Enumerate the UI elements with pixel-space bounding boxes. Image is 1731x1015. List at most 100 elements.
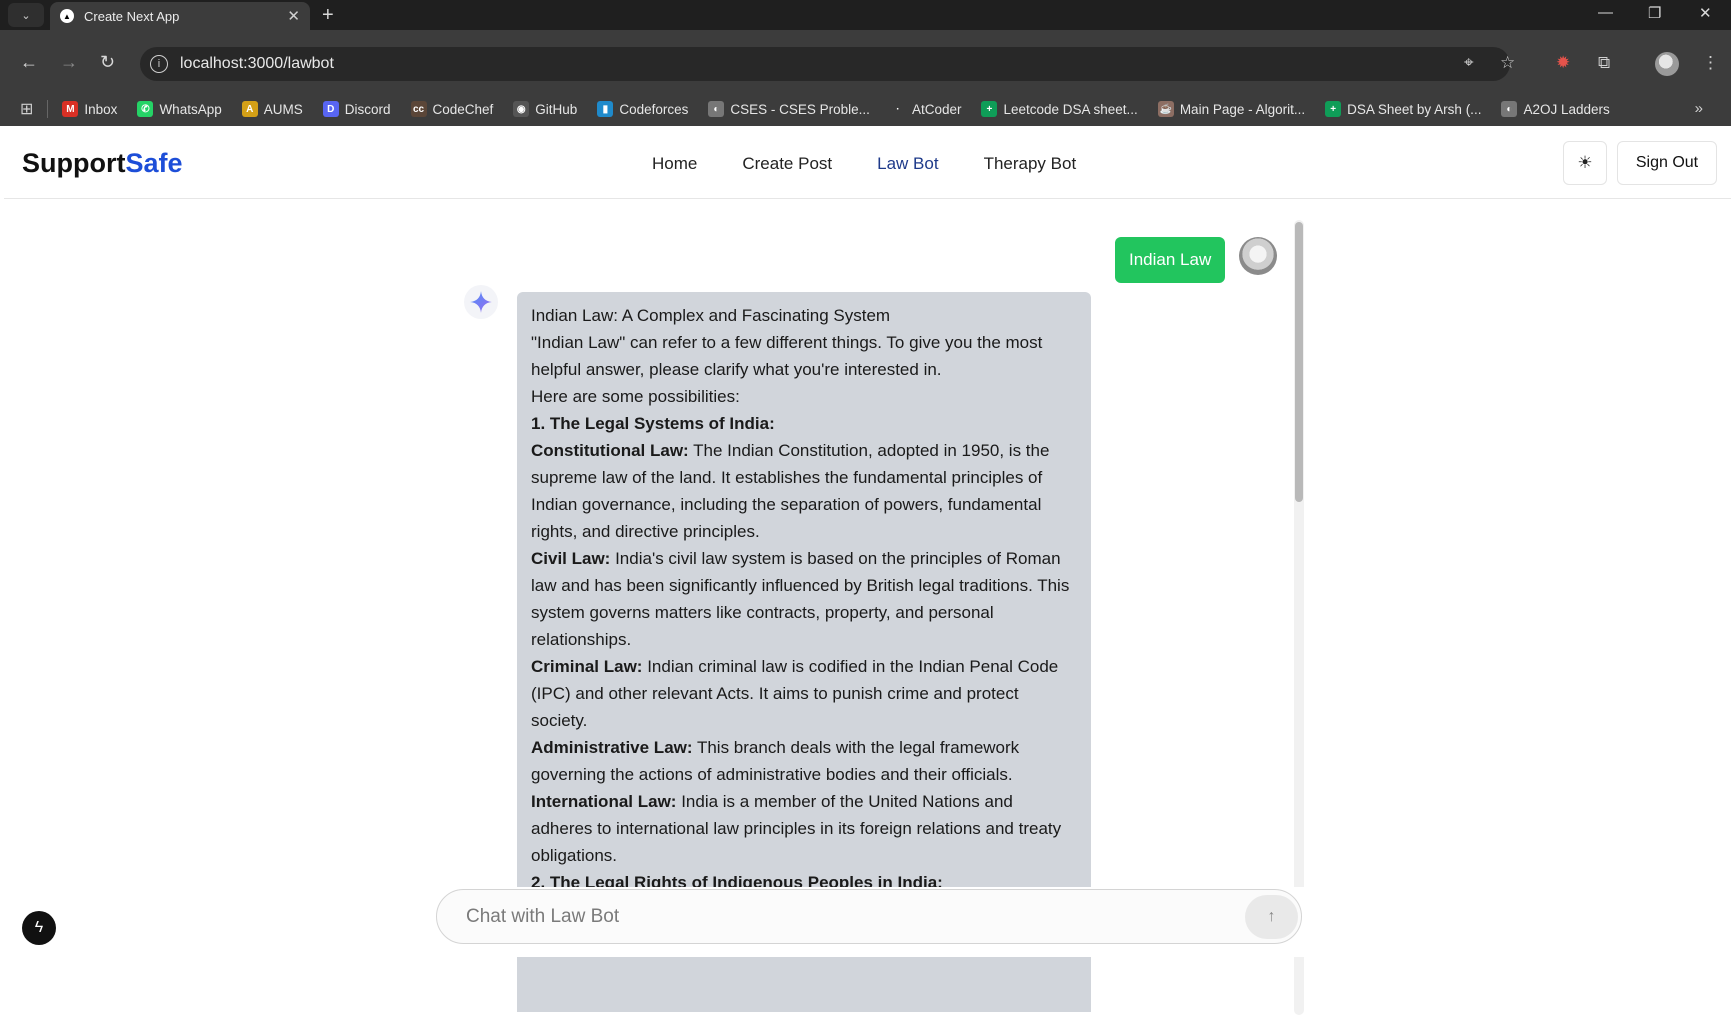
bot-message-paragraph: International Law: India is a member of … — [531, 788, 1077, 869]
back-icon[interactable]: ← — [20, 52, 38, 73]
bookmark-label: Codeforces — [619, 101, 689, 117]
brand-logo[interactable]: SupportSafe — [22, 148, 183, 179]
bot-message-paragraph: "Indian Law" can refer to a few differen… — [531, 329, 1077, 383]
bot-message-paragraph: Constitutional Law: The Indian Constitut… — [531, 437, 1077, 545]
sun-icon: ☀ — [1577, 153, 1593, 172]
bookmark-label: CSES - CSES Proble... — [730, 101, 870, 117]
new-tab-button[interactable]: + — [322, 3, 334, 27]
bookmark-label: Main Page - Algorit... — [1179, 101, 1306, 117]
bookmark-label: GitHub — [535, 101, 578, 117]
nav-link-home[interactable]: Home — [652, 154, 697, 174]
bookmark-item[interactable]: M Inbox — [62, 101, 117, 117]
bookmarks-divider — [47, 100, 49, 118]
forward-icon[interactable]: → — [60, 52, 78, 73]
bot-message-heading: Administrative Law: — [531, 738, 693, 757]
bookmark-favicon-icon: + — [981, 101, 998, 117]
nav-link-therapy-bot[interactable]: Therapy Bot — [984, 154, 1077, 174]
extensions-puzzle-icon[interactable]: ⧉ — [1598, 53, 1610, 73]
bookmark-item[interactable]: ◐ CSES - CSES Proble... — [708, 101, 870, 117]
bookmark-favicon-icon: D — [322, 101, 339, 117]
bot-sparkle-icon — [464, 285, 498, 319]
bookmark-label: DSA Sheet by Arsh (... — [1347, 101, 1482, 117]
lightning-bolt-icon: ϟ — [34, 919, 44, 936]
bot-message-text: "Indian Law" can refer to a few differen… — [531, 333, 1043, 379]
nextjs-favicon-icon: ▲ — [60, 9, 74, 23]
location-icon[interactable]: ⌖ — [1464, 53, 1474, 73]
dev-tools-bolt-button[interactable]: ϟ — [22, 911, 56, 945]
bot-message-text: Here are some possibilities: — [531, 387, 740, 406]
bookmark-item[interactable]: ☕ Main Page - Algorit... — [1157, 101, 1306, 117]
bookmark-label: A2OJ Ladders — [1523, 101, 1610, 117]
bookmark-label: WhatsApp — [159, 101, 222, 117]
bot-message-heading: Civil Law: — [531, 549, 611, 568]
bot-message-heading: 1. The Legal Systems of India: — [531, 414, 775, 433]
bookmark-item[interactable]: ✆ WhatsApp — [137, 101, 222, 117]
bookmark-item[interactable]: cc CodeChef — [410, 101, 494, 117]
sign-out-button[interactable]: Sign Out — [1617, 141, 1717, 185]
user-avatar — [1239, 237, 1277, 275]
bookmark-favicon-icon: ◐ — [1501, 101, 1518, 117]
address-bar[interactable] — [140, 47, 1510, 81]
bot-message-heading: Constitutional Law: — [531, 441, 689, 460]
tab-search-button[interactable]: ⌄ — [8, 3, 44, 27]
bot-message-heading: Criminal Law: — [531, 657, 643, 676]
bookmark-favicon-icon: + — [1325, 101, 1342, 117]
tab-title: Create Next App — [84, 8, 180, 24]
bot-message-text: India's civil law system is based on the… — [531, 549, 1070, 649]
bookmark-item[interactable]: + DSA Sheet by Arsh (... — [1325, 101, 1481, 117]
browser-tab-active[interactable]: ▲ Create Next App ✕ — [50, 2, 310, 30]
bookmark-item[interactable]: ▮ Codeforces — [597, 101, 688, 117]
url-text[interactable]: localhost:3000/lawbot — [180, 55, 334, 73]
bookmarks-bar: ⊞ M Inbox ✆ WhatsApp A AUMS D Discord cc CodeChef… — [0, 92, 1731, 126]
restore-icon[interactable]: ❐ — [1648, 4, 1661, 22]
brand-accent: Safe — [125, 148, 183, 178]
minimize-icon[interactable]: — — [1598, 4, 1613, 21]
bookmark-favicon-icon: M — [62, 101, 79, 117]
bookmark-favicon-icon: cc — [410, 101, 427, 117]
bot-message-paragraph: Administrative Law: This branch deals wi… — [531, 734, 1077, 788]
bot-message-paragraph: 1. The Legal Systems of India: — [531, 410, 1077, 437]
app-root: SupportSafe Home Create Post Law Bot Therap… — [4, 127, 1731, 1015]
theme-toggle-button[interactable]: ☀ — [1563, 141, 1607, 185]
site-info-icon[interactable]: i — [150, 55, 168, 73]
bookmark-label: Discord — [344, 101, 391, 117]
bot-message-heading: International Law: — [531, 792, 677, 811]
bot-message-paragraph: Here are some possibilities: — [531, 383, 1077, 410]
bookmark-label: AtCoder — [911, 101, 962, 117]
close-tab-icon[interactable]: ✕ — [287, 7, 300, 25]
bookmark-list: M Inbox ✆ WhatsApp A AUMS D Discord cc CodeChef ◉ G… — [62, 101, 1629, 117]
close-window-icon[interactable]: ✕ — [1699, 4, 1712, 22]
bookmark-item[interactable]: ◐ A2OJ Ladders — [1501, 101, 1610, 117]
bookmark-item[interactable]: ◉ GitHub — [513, 101, 577, 117]
bookmark-label: Leetcode DSA sheet... — [1003, 101, 1138, 117]
bookmark-favicon-icon: ◐ — [708, 101, 725, 117]
chevron-down-icon: ⌄ — [21, 9, 31, 22]
bookmark-favicon-icon: ◉ — [513, 101, 530, 117]
bot-message-paragraph: Indian Law: A Complex and Fascinating Sy… — [531, 302, 1077, 329]
bookmark-item[interactable]: + Leetcode DSA sheet... — [981, 101, 1138, 117]
apps-grid-icon[interactable]: ⊞ — [20, 99, 33, 119]
bot-message-paragraph: Civil Law: India's civil law system is b… — [531, 545, 1077, 653]
more-bookmarks-icon[interactable]: » — [1695, 100, 1703, 117]
bookmark-favicon-icon: · — [889, 101, 906, 117]
send-button[interactable]: ↑ — [1245, 895, 1298, 939]
bookmark-item[interactable]: · AtCoder — [889, 101, 962, 117]
nav-link-create-post[interactable]: Create Post — [742, 154, 832, 174]
bot-message-text: Indian Law: A Complex and Fascinating Sy… — [531, 306, 891, 325]
bookmark-favicon-icon: ▮ — [597, 101, 614, 117]
profile-avatar[interactable] — [1655, 52, 1679, 76]
bookmark-star-icon[interactable]: ☆ — [1500, 53, 1515, 73]
nav-link-law-bot[interactable]: Law Bot — [877, 154, 938, 174]
bookmark-label: CodeChef — [432, 101, 494, 117]
bookmark-item[interactable]: A AUMS — [241, 101, 303, 117]
bookmark-label: Inbox — [84, 101, 118, 117]
kebab-menu-icon[interactable]: ⋮ — [1702, 53, 1719, 73]
extension-off-icon[interactable]: ✹ — [1556, 53, 1570, 73]
bookmark-favicon-icon: A — [241, 101, 258, 117]
nav-links: Home Create Post Law Bot Therapy Bot — [652, 154, 1121, 174]
bookmark-favicon-icon: ✆ — [137, 101, 154, 117]
bookmark-item[interactable]: D Discord — [322, 101, 391, 117]
chat-input[interactable] — [466, 904, 1226, 930]
reload-icon[interactable]: ↻ — [100, 52, 115, 73]
chat-scrollbar-thumb[interactable] — [1295, 222, 1303, 502]
